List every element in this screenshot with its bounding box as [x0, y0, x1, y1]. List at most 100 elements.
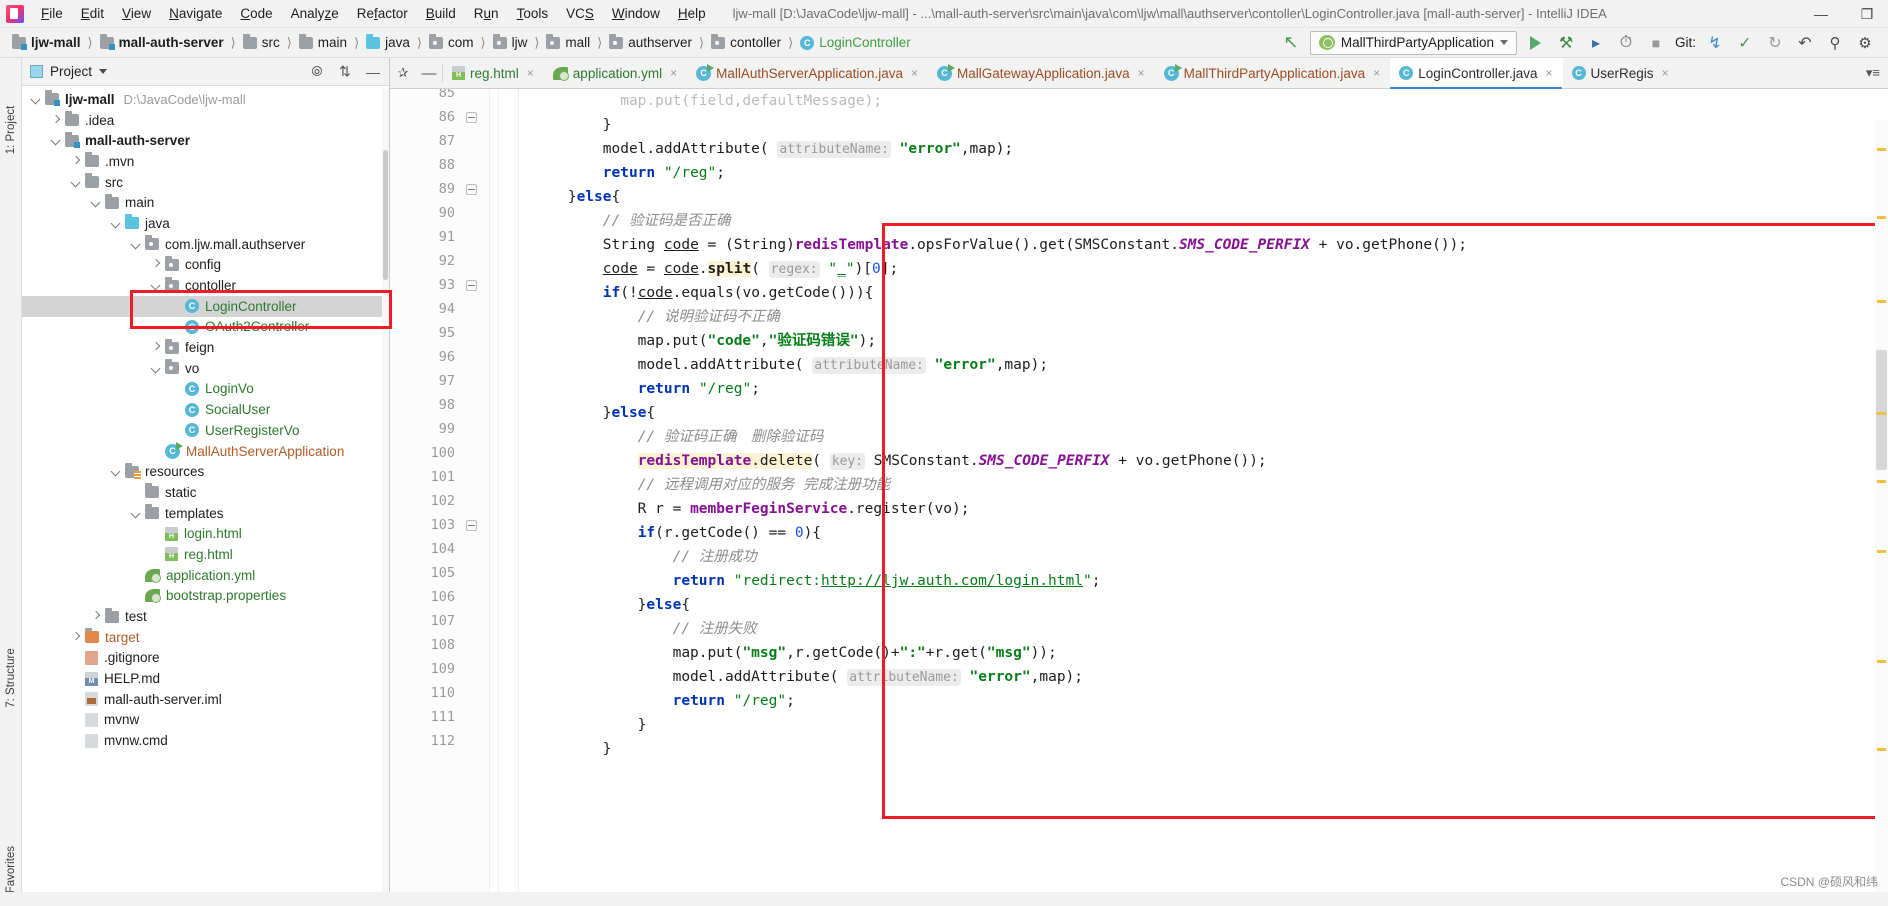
run-with-coverage-button[interactable]: ▸ — [1585, 32, 1607, 54]
line-number[interactable]: 96 — [395, 349, 455, 365]
line-number[interactable]: 101 — [395, 469, 455, 485]
editor-tab-bar[interactable]: ✰ — reg.html×application.yml×CMallAuthSe… — [390, 58, 1888, 89]
breadcrumb-item-java[interactable]: java — [364, 33, 412, 50]
code-line[interactable]: // 注册成功 — [498, 545, 1888, 569]
breadcrumb-item-mall[interactable]: mall — [544, 33, 592, 50]
code-line[interactable]: map.put("msg",r.getCode()+":"+r.get("msg… — [498, 641, 1888, 665]
menu-item-code[interactable]: Code — [231, 4, 281, 23]
warning-marker[interactable] — [1877, 148, 1886, 151]
search-icon[interactable]: ⚲ — [1824, 32, 1846, 54]
line-number[interactable]: 103 — [395, 517, 455, 533]
update-project-icon[interactable]: ↯ — [1704, 32, 1726, 54]
editor-tab-application-yml[interactable]: application.yml × — [544, 58, 687, 88]
tree-node-config[interactable]: config — [22, 255, 382, 276]
line-number[interactable]: 112 — [395, 733, 455, 749]
code-folding-toggle[interactable] — [466, 112, 478, 124]
code-line[interactable]: if(!code.equals(vo.getCode())){ — [498, 281, 1888, 305]
menu-item-build[interactable]: Build — [417, 4, 465, 23]
tree-node-target[interactable]: target — [22, 627, 382, 648]
tree-node-static[interactable]: static — [22, 482, 382, 503]
line-number[interactable]: 107 — [395, 613, 455, 629]
chevron-down-icon[interactable] — [110, 217, 123, 230]
tree-node-mall-auth-server[interactable]: mall-auth-server — [22, 130, 382, 151]
run-button[interactable] — [1525, 32, 1547, 54]
warning-marker[interactable] — [1877, 660, 1886, 663]
tree-node-test[interactable]: test — [22, 606, 382, 627]
code-folding-toggle[interactable] — [466, 520, 478, 532]
code-line[interactable]: redisTemplate.delete( key: SMSConstant.S… — [498, 449, 1888, 473]
breadcrumb-item-src[interactable]: src — [241, 33, 282, 50]
code-line[interactable]: String code = (String)redisTemplate.opsF… — [498, 233, 1888, 257]
tree-node--mvn[interactable]: .mvn — [22, 151, 382, 172]
tree-node-login-html[interactable]: login.html — [22, 523, 382, 544]
chevron-down-icon[interactable] — [99, 69, 108, 74]
warning-marker[interactable] — [1877, 748, 1886, 751]
breadcrumb-item-contoller[interactable]: contoller — [709, 33, 783, 50]
chevron-down-icon[interactable] — [70, 176, 83, 189]
chevron-right-icon[interactable] — [70, 631, 83, 644]
tree-node-reg-html[interactable]: reg.html — [22, 544, 382, 565]
tree-node-help-md[interactable]: HELP.md — [22, 668, 382, 689]
editor-tab-userregis[interactable]: C UserRegis × — [1563, 58, 1679, 88]
tree-node-bootstrap-properties[interactable]: bootstrap.properties — [22, 586, 382, 607]
chevron-down-icon[interactable] — [130, 507, 143, 520]
tree-node-ljw-mall[interactable]: ljw-mall D:\JavaCode\ljw-mall — [22, 89, 382, 110]
line-number[interactable]: 95 — [395, 325, 455, 341]
tab-list-icon[interactable]: ▾≡ — [1858, 58, 1888, 88]
code-line[interactable]: return "/reg"; — [498, 689, 1888, 713]
chevron-right-icon[interactable] — [150, 341, 163, 354]
scrollbar-thumb[interactable] — [383, 150, 388, 280]
tree-node-contoller[interactable]: contoller — [22, 275, 382, 296]
editor-tab-mallauthserverapplication-java[interactable]: C MallAuthServerApplication.java × — [687, 58, 928, 88]
line-number[interactable]: 98 — [395, 397, 455, 413]
menu-item-run[interactable]: Run — [465, 4, 508, 23]
code-line[interactable]: }else{ — [498, 593, 1888, 617]
code-line[interactable]: } — [498, 713, 1888, 737]
line-number[interactable]: 87 — [395, 133, 455, 149]
chevron-down-icon[interactable] — [90, 196, 103, 209]
warning-marker[interactable] — [1877, 300, 1886, 303]
collapse-all-icon[interactable]: ⇅ — [337, 63, 353, 80]
line-number[interactable]: 92 — [395, 253, 455, 269]
restore-button[interactable]: ❐ — [1854, 1, 1880, 27]
editor-tab-logincontroller-java[interactable]: C LoginController.java × — [1390, 58, 1563, 89]
breadcrumb-item-mall-auth-server[interactable]: mall-auth-server — [98, 33, 226, 50]
tree-node-src[interactable]: src — [22, 172, 382, 193]
line-number[interactable]: 100 — [395, 445, 455, 461]
breadcrumb-item-ljw[interactable]: ljw — [491, 33, 530, 50]
line-number[interactable]: 111 — [395, 709, 455, 725]
stop-button[interactable]: ■ — [1645, 32, 1667, 54]
chevron-right-icon[interactable] — [150, 258, 163, 271]
tree-node-main[interactable]: main — [22, 192, 382, 213]
code-line[interactable]: // 验证码是否正确 — [498, 209, 1888, 233]
code-line[interactable]: if(r.getCode() == 0){ — [498, 521, 1888, 545]
code-line[interactable]: // 说明验证码不正确 — [498, 305, 1888, 329]
debug-button[interactable]: ⚒ — [1555, 32, 1577, 54]
breadcrumb-item-ljw-mall[interactable]: ljw-mall — [10, 33, 83, 50]
minimize-icon[interactable]: — — [416, 58, 442, 88]
tree-node--idea[interactable]: .idea — [22, 110, 382, 131]
code-line[interactable]: // 验证码正确 删除验证码 — [498, 425, 1888, 449]
line-number[interactable]: 106 — [395, 589, 455, 605]
editor-scrollbar[interactable] — [1875, 120, 1888, 906]
tree-node-logincontroller[interactable]: C LoginController — [22, 295, 382, 317]
close-tab-icon[interactable]: × — [1373, 66, 1380, 80]
tree-node-mvnw-cmd[interactable]: mvnw.cmd — [22, 730, 382, 751]
code-line[interactable]: map.put("code","验证码错误"); — [498, 329, 1888, 353]
close-tab-icon[interactable]: × — [1546, 66, 1553, 80]
close-tab-icon[interactable]: × — [911, 66, 918, 80]
tree-node--gitignore[interactable]: .gitignore — [22, 648, 382, 669]
code-line[interactable]: return "redirect:http://ljw.auth.com/log… — [498, 569, 1888, 593]
menu-item-analyze[interactable]: Analyze — [282, 4, 348, 23]
tree-node-oauth2controller[interactable]: C OAuth2Controller — [22, 317, 382, 338]
line-number[interactable]: 91 — [395, 229, 455, 245]
line-number[interactable]: 99 — [395, 421, 455, 437]
editor-tab-reg-html[interactable]: reg.html × — [443, 58, 544, 88]
run-configuration-selector[interactable]: MallThirdPartyApplication — [1309, 30, 1517, 55]
code-line[interactable]: }else{ — [498, 401, 1888, 425]
code-folding-toggle[interactable] — [466, 280, 478, 292]
project-tree[interactable]: ljw-mall D:\JavaCode\ljw-mall .idea mall-au… — [22, 86, 382, 906]
chevron-down-icon[interactable] — [50, 134, 63, 147]
menu-item-edit[interactable]: Edit — [72, 4, 113, 23]
line-number[interactable]: 102 — [395, 493, 455, 509]
